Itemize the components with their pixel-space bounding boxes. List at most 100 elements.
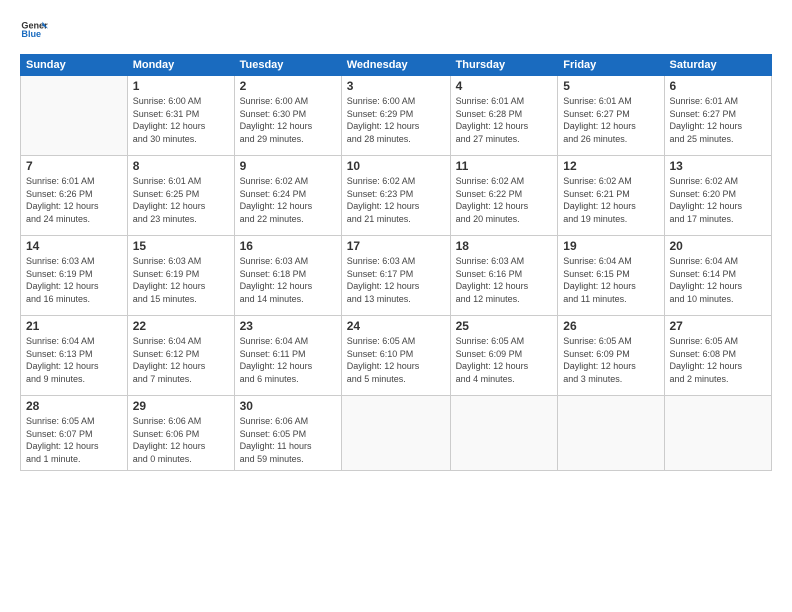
calendar-cell: 10 Sunrise: 6:02 AM Sunset: 6:23 PM Dayli… (341, 156, 450, 236)
calendar-cell: 30Sunrise: 6:06 AM Sunset: 6:05 PM Dayli… (234, 396, 341, 471)
day-info: Sunrise: 6:04 AM Sunset: 6:14 PM Dayligh… (670, 255, 767, 305)
day-number: 10 (347, 159, 445, 173)
day-info: Sunrise: 6:02 AM Sunset: 6:22 PM Dayligh… (456, 175, 553, 225)
calendar-cell (450, 396, 558, 471)
day-header-saturday: Saturday (664, 55, 772, 76)
day-header-monday: Monday (127, 55, 234, 76)
calendar-table: SundayMondayTuesdayWednesdayThursdayFrid… (20, 54, 772, 471)
day-number: 7 (26, 159, 122, 173)
calendar-cell: 15Sunrise: 6:03 AM Sunset: 6:19 PM Dayli… (127, 236, 234, 316)
calendar-cell: 11 Sunrise: 6:02 AM Sunset: 6:22 PM Dayli… (450, 156, 558, 236)
day-info: Sunrise: 6:03 AM Sunset: 6:16 PM Dayligh… (456, 255, 553, 305)
day-info: Sunrise: 6:05 AM Sunset: 6:09 PM Dayligh… (456, 335, 553, 385)
calendar-cell: 27 Sunrise: 6:05 AM Sunset: 6:08 PM Dayli… (664, 316, 772, 396)
day-info: Sunrise: 6:05 AM Sunset: 6:10 PM Dayligh… (347, 335, 445, 385)
calendar-cell: 24 Sunrise: 6:05 AM Sunset: 6:10 PM Dayli… (341, 316, 450, 396)
day-info: Sunrise: 6:05 AM Sunset: 6:08 PM Dayligh… (670, 335, 767, 385)
calendar-cell: 29 Sunrise: 6:06 AM Sunset: 6:06 PM Dayli… (127, 396, 234, 471)
calendar-cell: 2 Sunrise: 6:00 AM Sunset: 6:30 PM Daylig… (234, 76, 341, 156)
day-info: Sunrise: 6:03 AM Sunset: 6:19 PM Dayligh… (133, 255, 229, 305)
day-number: 5 (563, 79, 658, 93)
calendar-cell (664, 396, 772, 471)
day-info: Sunrise: 6:04 AM Sunset: 6:15 PM Dayligh… (563, 255, 658, 305)
calendar-cell (341, 396, 450, 471)
day-info: Sunrise: 6:04 AM Sunset: 6:11 PM Dayligh… (240, 335, 336, 385)
day-number: 29 (133, 399, 229, 413)
day-number: 8 (133, 159, 229, 173)
day-info: Sunrise: 6:01 AM Sunset: 6:26 PM Dayligh… (26, 175, 122, 225)
calendar-cell: 5 Sunrise: 6:01 AM Sunset: 6:27 PM Daylig… (558, 76, 664, 156)
day-number: 6 (670, 79, 767, 93)
day-info: Sunrise: 6:02 AM Sunset: 6:24 PM Dayligh… (240, 175, 336, 225)
calendar-week-row: 1 Sunrise: 6:00 AM Sunset: 6:31 PM Daylig… (21, 76, 772, 156)
day-number: 3 (347, 79, 445, 93)
day-info: Sunrise: 6:00 AM Sunset: 6:30 PM Dayligh… (240, 95, 336, 145)
day-info: Sunrise: 6:03 AM Sunset: 6:18 PM Dayligh… (240, 255, 336, 305)
day-info: Sunrise: 6:06 AM Sunset: 6:06 PM Dayligh… (133, 415, 229, 465)
day-number: 25 (456, 319, 553, 333)
day-number: 24 (347, 319, 445, 333)
calendar-cell: 4 Sunrise: 6:01 AM Sunset: 6:28 PM Daylig… (450, 76, 558, 156)
day-info: Sunrise: 6:00 AM Sunset: 6:29 PM Dayligh… (347, 95, 445, 145)
day-header-wednesday: Wednesday (341, 55, 450, 76)
calendar-cell: 12 Sunrise: 6:02 AM Sunset: 6:21 PM Dayli… (558, 156, 664, 236)
calendar-cell: 9 Sunrise: 6:02 AM Sunset: 6:24 PM Daylig… (234, 156, 341, 236)
day-number: 22 (133, 319, 229, 333)
day-info: Sunrise: 6:02 AM Sunset: 6:20 PM Dayligh… (670, 175, 767, 225)
day-info: Sunrise: 6:01 AM Sunset: 6:27 PM Dayligh… (563, 95, 658, 145)
day-info: Sunrise: 6:02 AM Sunset: 6:23 PM Dayligh… (347, 175, 445, 225)
day-header-friday: Friday (558, 55, 664, 76)
calendar-header-row: SundayMondayTuesdayWednesdayThursdayFrid… (21, 55, 772, 76)
calendar-cell (21, 76, 128, 156)
calendar-cell: 8Sunrise: 6:01 AM Sunset: 6:25 PM Daylig… (127, 156, 234, 236)
day-number: 27 (670, 319, 767, 333)
day-number: 13 (670, 159, 767, 173)
day-number: 23 (240, 319, 336, 333)
day-number: 18 (456, 239, 553, 253)
day-info: Sunrise: 6:03 AM Sunset: 6:17 PM Dayligh… (347, 255, 445, 305)
calendar-cell: 23 Sunrise: 6:04 AM Sunset: 6:11 PM Dayli… (234, 316, 341, 396)
day-info: Sunrise: 6:00 AM Sunset: 6:31 PM Dayligh… (133, 95, 229, 145)
calendar-week-row: 21 Sunrise: 6:04 AM Sunset: 6:13 PM Dayli… (21, 316, 772, 396)
day-info: Sunrise: 6:04 AM Sunset: 6:12 PM Dayligh… (133, 335, 229, 385)
day-number: 11 (456, 159, 553, 173)
day-number: 26 (563, 319, 658, 333)
day-number: 4 (456, 79, 553, 93)
calendar-week-row: 28 Sunrise: 6:05 AM Sunset: 6:07 PM Dayli… (21, 396, 772, 471)
calendar-cell: 21 Sunrise: 6:04 AM Sunset: 6:13 PM Dayli… (21, 316, 128, 396)
day-header-tuesday: Tuesday (234, 55, 341, 76)
day-number: 1 (133, 79, 229, 93)
day-info: Sunrise: 6:06 AM Sunset: 6:05 PM Dayligh… (240, 415, 336, 465)
calendar-cell: 7 Sunrise: 6:01 AM Sunset: 6:26 PM Daylig… (21, 156, 128, 236)
calendar-week-row: 14Sunrise: 6:03 AM Sunset: 6:19 PM Dayli… (21, 236, 772, 316)
day-header-thursday: Thursday (450, 55, 558, 76)
calendar-cell: 17Sunrise: 6:03 AM Sunset: 6:17 PM Dayli… (341, 236, 450, 316)
day-info: Sunrise: 6:05 AM Sunset: 6:09 PM Dayligh… (563, 335, 658, 385)
calendar-cell: 18 Sunrise: 6:03 AM Sunset: 6:16 PM Dayli… (450, 236, 558, 316)
day-number: 21 (26, 319, 122, 333)
calendar-cell: 20 Sunrise: 6:04 AM Sunset: 6:14 PM Dayli… (664, 236, 772, 316)
day-info: Sunrise: 6:04 AM Sunset: 6:13 PM Dayligh… (26, 335, 122, 385)
calendar-cell: 1 Sunrise: 6:00 AM Sunset: 6:31 PM Daylig… (127, 76, 234, 156)
day-number: 16 (240, 239, 336, 253)
calendar-cell: 16 Sunrise: 6:03 AM Sunset: 6:18 PM Dayli… (234, 236, 341, 316)
day-number: 12 (563, 159, 658, 173)
day-info: Sunrise: 6:02 AM Sunset: 6:21 PM Dayligh… (563, 175, 658, 225)
day-info: Sunrise: 6:05 AM Sunset: 6:07 PM Dayligh… (26, 415, 122, 465)
page-header: General Blue (20, 16, 772, 44)
calendar-cell (558, 396, 664, 471)
day-info: Sunrise: 6:01 AM Sunset: 6:28 PM Dayligh… (456, 95, 553, 145)
calendar-cell: 13 Sunrise: 6:02 AM Sunset: 6:20 PM Dayli… (664, 156, 772, 236)
logo: General Blue (20, 16, 48, 44)
calendar-cell: 6 Sunrise: 6:01 AM Sunset: 6:27 PM Daylig… (664, 76, 772, 156)
day-number: 28 (26, 399, 122, 413)
day-number: 20 (670, 239, 767, 253)
calendar-cell: 19Sunrise: 6:04 AM Sunset: 6:15 PM Dayli… (558, 236, 664, 316)
logo-icon: General Blue (20, 16, 48, 44)
calendar-cell: 26 Sunrise: 6:05 AM Sunset: 6:09 PM Dayli… (558, 316, 664, 396)
calendar-cell: 3 Sunrise: 6:00 AM Sunset: 6:29 PM Daylig… (341, 76, 450, 156)
day-number: 2 (240, 79, 336, 93)
calendar-cell: 14Sunrise: 6:03 AM Sunset: 6:19 PM Dayli… (21, 236, 128, 316)
day-info: Sunrise: 6:01 AM Sunset: 6:27 PM Dayligh… (670, 95, 767, 145)
day-number: 9 (240, 159, 336, 173)
